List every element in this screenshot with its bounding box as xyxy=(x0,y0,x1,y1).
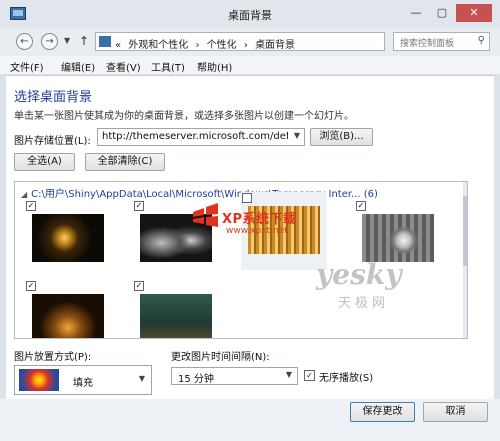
thumbnail-checkbox[interactable]: ✓ xyxy=(356,201,366,211)
recent-pages-chevron-icon[interactable]: ▼ xyxy=(64,36,70,45)
yesky-watermark-cn: 天极网 xyxy=(338,296,390,311)
breadcrumb: « 外观和个性化 › 个性化 › 桌面背景 xyxy=(115,36,299,51)
menu-file[interactable]: 文件(F) xyxy=(10,59,44,74)
wallpaper-thumbnail-5[interactable]: ✓ xyxy=(25,280,111,338)
xp-watermark: XP系统下载 xyxy=(222,212,297,227)
thumbnail-checkbox[interactable] xyxy=(242,193,252,203)
content-pane: 选择桌面背景 单击某一张图片使其成为你的桌面背景，或选择多张图片以创建一个幻灯片… xyxy=(6,75,494,400)
minimize-button[interactable]: — xyxy=(404,4,428,22)
chevron-down-icon: ▼ xyxy=(285,370,292,379)
thumbnail-checkbox[interactable]: ✓ xyxy=(26,281,36,291)
search-placeholder: 搜索控制面板 xyxy=(400,39,455,49)
fill-preview-image xyxy=(19,369,59,391)
menu-tools[interactable]: 工具(T) xyxy=(151,59,185,74)
window: 桌面背景 — ▢ ✕ ← → ▼ ↑ « 外观和个性化 › 个性化 › 桌面背景… xyxy=(0,0,500,441)
clear-all-button[interactable]: 全部清除(C) xyxy=(85,153,165,171)
search-box[interactable]: 搜索控制面板 ⚲ xyxy=(393,32,490,51)
folder-icon xyxy=(99,36,111,47)
yesky-watermark: yesky xyxy=(316,258,402,291)
page-description: 单击某一张图片使其成为你的桌面背景，或选择多张图片以创建一个幻灯片。 xyxy=(14,111,354,122)
picture-position-label: 图片放置方式(P): xyxy=(14,352,92,363)
shuffle-checkbox[interactable]: ✓ xyxy=(304,370,315,381)
picture-position-dropdown[interactable]: 填充 ▼ xyxy=(14,365,152,395)
shuffle-label[interactable]: 无序播放(S) xyxy=(319,369,373,384)
picture-position-value: 填充 xyxy=(73,378,93,389)
cancel-button[interactable]: 取消 xyxy=(423,402,488,422)
thumbnail-checkbox[interactable]: ✓ xyxy=(134,201,144,211)
address-bar[interactable]: « 外观和个性化 › 个性化 › 桌面背景 ▼ ↻ xyxy=(95,32,471,51)
wallpaper-thumbnail-6[interactable]: ✓ xyxy=(133,280,219,338)
chevron-down-icon: ▼ xyxy=(293,131,300,140)
interval-value: 15 分钟 xyxy=(178,374,214,385)
wallpaper-image xyxy=(362,214,434,262)
menu-help[interactable]: 帮助(H) xyxy=(197,59,232,74)
breadcrumb-desktop-background[interactable]: 桌面背景 xyxy=(255,40,295,51)
forward-button[interactable]: → xyxy=(41,33,58,50)
scrollbar-thumb[interactable] xyxy=(463,196,467,266)
breadcrumb-personalization[interactable]: 个性化 xyxy=(207,40,237,51)
title-bar: 桌面背景 — ▢ ✕ xyxy=(0,0,500,28)
navigation-bar: ← → ▼ ↑ « 外观和个性化 › 个性化 › 桌面背景 ▼ ↻ 搜索控制面板… xyxy=(0,28,500,56)
interval-dropdown[interactable]: 15 分钟 ▼ xyxy=(171,367,298,385)
xp-watermark-url: www.xpxt.net xyxy=(226,226,288,236)
breadcrumb-appearance[interactable]: 外观和个性化 xyxy=(128,40,188,51)
breadcrumb-separator: › xyxy=(243,40,248,51)
save-changes-button[interactable]: 保存更改 xyxy=(350,402,415,422)
breadcrumb-separator: › xyxy=(195,40,200,51)
gallery-scrollbar[interactable] xyxy=(463,182,467,338)
wallpaper-image xyxy=(140,294,212,338)
back-button[interactable]: ← xyxy=(16,33,33,50)
search-icon[interactable]: ⚲ xyxy=(478,35,485,46)
menu-edit[interactable]: 编辑(E) xyxy=(61,59,95,74)
xp-logo-icon xyxy=(193,203,218,227)
up-arrow-icon[interactable]: ↑ xyxy=(79,34,89,48)
interval-label: 更改图片时间间隔(N): xyxy=(171,352,270,363)
menu-bar: 文件(F) 编辑(E) 查看(V) 工具(T) 帮助(H) xyxy=(0,56,500,74)
page-title: 选择桌面背景 xyxy=(14,90,93,105)
location-value: http://themeserver.microsoft.com/defa xyxy=(102,131,288,142)
select-all-button[interactable]: 全选(A) xyxy=(14,153,75,171)
location-label: 图片存储位置(L): xyxy=(14,136,91,147)
close-button[interactable]: ✕ xyxy=(456,4,492,22)
wallpaper-image xyxy=(32,214,104,262)
breadcrumb-overflow[interactable]: « xyxy=(115,40,121,51)
chevron-down-icon: ▼ xyxy=(138,374,145,383)
thumbnail-checkbox[interactable]: ✓ xyxy=(134,281,144,291)
maximize-button[interactable]: ▢ xyxy=(430,4,454,22)
wallpaper-image xyxy=(32,294,104,338)
location-dropdown[interactable]: http://themeserver.microsoft.com/defa ▼ xyxy=(97,128,305,146)
thumbnail-checkbox[interactable]: ✓ xyxy=(26,201,36,211)
browse-button[interactable]: 浏览(B)... xyxy=(310,128,373,146)
collapse-chevron-icon[interactable]: ◢ xyxy=(21,190,27,199)
menu-view[interactable]: 查看(V) xyxy=(106,59,141,74)
wallpaper-thumbnail-1[interactable]: ✓ xyxy=(25,200,111,278)
